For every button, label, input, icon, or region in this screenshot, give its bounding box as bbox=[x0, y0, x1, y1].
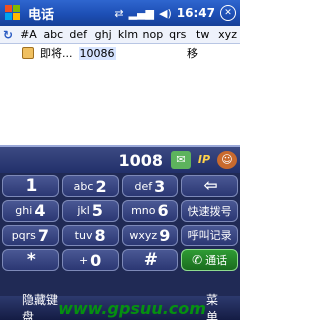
save-contact-icon[interactable]: ☺ bbox=[217, 151, 237, 169]
contact-card-icon bbox=[22, 47, 34, 59]
key-5[interactable]: jkl 5 bbox=[61, 200, 119, 222]
soft-key-bar: 隐藏键盘 www.gpsuu.com 菜单 bbox=[0, 293, 240, 320]
app-title: 电话 bbox=[28, 7, 55, 23]
speed-dial-button[interactable]: 快速拨号 bbox=[181, 200, 238, 222]
dialed-number: 1008 bbox=[118, 150, 163, 170]
backspace-button[interactable]: ⇦ bbox=[181, 175, 238, 197]
key-star[interactable]: * bbox=[2, 249, 59, 272]
close-button[interactable]: ✕ bbox=[220, 5, 236, 21]
key-0[interactable]: +0 bbox=[61, 249, 119, 272]
key-3[interactable]: def 3 bbox=[121, 175, 179, 197]
signal-icon[interactable]: ▂▄▆ bbox=[129, 7, 154, 20]
key-2[interactable]: abc 2 bbox=[61, 175, 119, 197]
filter-tab[interactable]: nop bbox=[140, 28, 165, 41]
hide-keypad-softkey[interactable]: 隐藏键盘 bbox=[22, 291, 58, 320]
connectivity-icon[interactable]: ⇄ bbox=[114, 7, 123, 20]
contact-number: 10086 bbox=[78, 46, 116, 60]
sms-icon[interactable]: ✉ bbox=[171, 151, 191, 169]
filter-tab[interactable]: tw bbox=[190, 28, 215, 41]
phone-icon: ✆ bbox=[192, 253, 203, 268]
filter-tab[interactable]: abc bbox=[41, 28, 66, 41]
filter-tab[interactable]: klm bbox=[116, 28, 141, 41]
filter-tab[interactable]: xyz bbox=[215, 28, 240, 41]
dial-display: 1008 ✉ IP ☺ bbox=[0, 145, 240, 173]
contact-name: 即将... bbox=[40, 47, 73, 60]
key-7[interactable]: pqrs 7 bbox=[2, 224, 59, 247]
filter-tab[interactable]: ghj bbox=[91, 28, 116, 41]
filter-tab[interactable]: #A bbox=[16, 28, 41, 41]
filter-tab[interactable]: def bbox=[66, 28, 91, 41]
key-9[interactable]: wxyz 9 bbox=[121, 224, 179, 247]
filter-tab[interactable]: qrs bbox=[165, 28, 190, 41]
key-4[interactable]: ghi 4 bbox=[2, 200, 59, 222]
key-6[interactable]: mno 6 bbox=[121, 200, 179, 222]
start-menu-icon[interactable] bbox=[4, 4, 22, 22]
contact-list-item[interactable]: 即将... 10086 移 bbox=[0, 44, 240, 62]
clock[interactable]: 16:47 bbox=[177, 6, 215, 20]
call-history-icon[interactable]: ↻ bbox=[0, 28, 16, 42]
menu-softkey[interactable]: 菜单 bbox=[206, 291, 224, 320]
volume-icon[interactable]: ◀) bbox=[159, 7, 172, 20]
key-8[interactable]: tuv 8 bbox=[61, 224, 119, 247]
call-button[interactable]: ✆ 通话 bbox=[181, 249, 238, 272]
call-log-button[interactable]: 呼叫记录 bbox=[181, 224, 238, 247]
key-hash[interactable]: # bbox=[121, 249, 179, 272]
key-1[interactable]: 1 bbox=[2, 175, 59, 197]
title-bar: 电话 ⇄ ▂▄▆ ◀) 16:47 ✕ bbox=[0, 0, 240, 26]
alpha-filter-bar: ↻ #A abc def ghj klm nop qrs tw xyz bbox=[0, 26, 240, 44]
watermark: www.gpsuu.com bbox=[58, 298, 206, 318]
backspace-icon: ⇦ bbox=[203, 176, 218, 196]
dial-keypad: 1 abc 2 def 3 ⇦ ghi 4 jkl 5 mno 6 快速拨号 pqrs 7 … bbox=[0, 173, 240, 296]
ip-dial-button[interactable]: IP bbox=[194, 151, 214, 169]
status-area: ⇄ ▂▄▆ ◀) 16:47 ✕ bbox=[114, 5, 236, 21]
contact-number-type: 移 bbox=[187, 47, 198, 60]
